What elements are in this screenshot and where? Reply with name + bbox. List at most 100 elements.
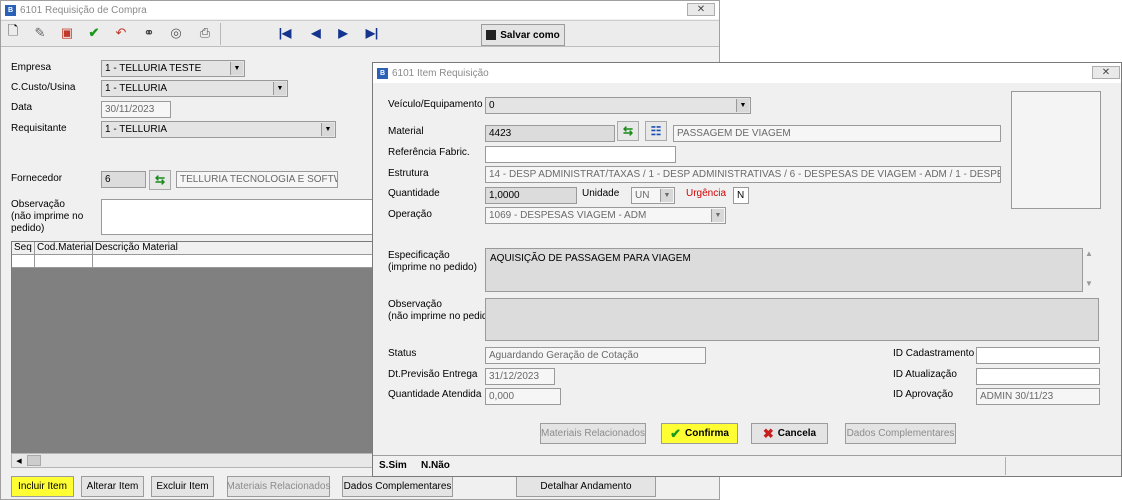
next-record-icon[interactable]: ▶ xyxy=(332,22,354,44)
grid-horizontal-scrollbar[interactable]: ◀ xyxy=(11,453,381,468)
referencia-label: Referência Fabric. xyxy=(388,147,470,158)
material-description-field[interactable]: PASSAGEM DE VIAGEM xyxy=(673,125,1001,142)
cancela-button[interactable]: ✖ Cancela xyxy=(751,423,828,444)
chevron-down-icon[interactable]: ▼ xyxy=(230,62,243,75)
scroll-up-icon[interactable]: ▲ xyxy=(1085,249,1093,258)
veiculo-select[interactable]: 0 ▼ xyxy=(485,97,751,114)
especificacao-label-line2: (imprime no pedido) xyxy=(388,262,477,273)
fornecedor-name-field[interactable]: TELLURIA TECNOLOGIA E SOFTWA xyxy=(176,171,338,188)
estrutura-label: Estrutura xyxy=(388,168,429,179)
ccusto-label: C.Custo/Usina xyxy=(11,82,76,93)
dialog-status-bar: S.Sim N.Não xyxy=(373,455,1121,476)
save-as-label: Salvar como xyxy=(500,29,560,41)
cancel-x-icon: ✖ xyxy=(762,425,774,441)
new-document-icon[interactable]: 🗋 xyxy=(1,22,25,44)
ccusto-value: 1 - TELLURIA xyxy=(105,83,168,94)
items-grid[interactable]: Seq Cod.Material Descrição Material xyxy=(11,241,381,457)
save-as-button[interactable]: Salvar como xyxy=(481,24,565,46)
observacao-label-line3: pedido) xyxy=(11,223,45,234)
first-record-icon[interactable]: |◀ xyxy=(274,22,296,44)
veiculo-label: Veículo/Equipamento xyxy=(388,99,483,110)
main-close-button[interactable]: ✕ xyxy=(687,3,715,16)
grid-col-descricao[interactable]: Descrição Material xyxy=(93,242,380,254)
id-atualizacao-field[interactable] xyxy=(976,368,1100,385)
observacao-dialog-textarea[interactable] xyxy=(485,298,1099,341)
binoculars-search-icon[interactable]: ⚭ xyxy=(137,22,161,44)
scroll-thumb[interactable] xyxy=(27,455,41,466)
picture-box xyxy=(1011,91,1101,209)
qtd-atendida-field[interactable]: 0,000 xyxy=(485,388,561,405)
id-aprovacao-field[interactable]: ADMIN 30/11/23 xyxy=(976,388,1100,405)
especificacao-label-line1: Especificação xyxy=(388,250,450,261)
observacao-dialog-label-line2: (não imprime no pedido) xyxy=(388,311,497,322)
last-record-icon[interactable]: ▶| xyxy=(361,22,383,44)
dialog-close-button[interactable]: ✕ xyxy=(1092,66,1120,79)
dialog-app-icon: B xyxy=(377,67,388,79)
especificacao-textarea[interactable]: AQUISIÇÃO DE PASSAGEM PARA VIAGEM xyxy=(485,248,1083,292)
toolbar-separator xyxy=(220,23,221,45)
chevron-down-icon[interactable]: ▼ xyxy=(711,209,724,222)
data-field[interactable]: 30/11/2023 xyxy=(101,101,171,118)
dialog-materiais-relacionados-button[interactable]: Materiais Relacionados xyxy=(540,423,646,444)
id-aprovacao-label: ID Aprovação xyxy=(893,389,954,400)
alterar-item-button[interactable]: Alterar Item xyxy=(81,476,144,497)
print-preview-icon[interactable]: ▣ xyxy=(55,22,79,44)
dados-complementares-button[interactable]: Dados Complementares xyxy=(342,476,453,497)
fornecedor-lookup-icon[interactable]: ⇆ xyxy=(149,170,171,190)
quantidade-field[interactable]: 1,0000 xyxy=(485,187,577,204)
observacao-textarea[interactable] xyxy=(101,199,381,235)
attach-icon[interactable]: ◎ xyxy=(164,22,188,44)
requisitante-select[interactable]: 1 - TELLURIA ▼ xyxy=(101,121,336,138)
unidade-select[interactable]: UN ▼ xyxy=(631,187,675,204)
detalhar-andamento-button[interactable]: Detalhar Andamento xyxy=(516,476,656,497)
requisitante-label: Requisitante xyxy=(11,123,67,134)
status-field[interactable]: Aguardando Geração de Cotação xyxy=(485,347,706,364)
fornecedor-code-field[interactable]: 6 xyxy=(101,171,146,188)
observacao-label-line2: (não imprime no xyxy=(11,211,84,222)
dt-previsao-field[interactable]: 31/12/2023 xyxy=(485,368,555,385)
urgencia-field[interactable]: N xyxy=(733,187,749,204)
incluir-item-button[interactable]: Incluir Item xyxy=(11,476,74,497)
printer-icon[interactable]: ⎙ xyxy=(193,22,217,44)
id-cadastramento-label: ID Cadastramento xyxy=(893,348,975,359)
grid-empty-row xyxy=(12,255,380,268)
materiais-relacionados-button[interactable]: Materiais Relacionados xyxy=(227,476,330,497)
grid-col-cod-material[interactable]: Cod.Material xyxy=(35,242,94,254)
grid-col-seq[interactable]: Seq xyxy=(12,242,35,254)
undo-icon[interactable]: ↶ xyxy=(109,22,133,44)
chevron-down-icon[interactable]: ▼ xyxy=(321,123,334,136)
unidade-label: Unidade xyxy=(582,188,620,199)
cancela-label: Cancela xyxy=(777,428,817,439)
referencia-field[interactable] xyxy=(485,146,676,163)
main-titlebar: B 6101 Requisição de Compra xyxy=(1,1,719,19)
grid-header: Seq Cod.Material Descrição Material xyxy=(12,242,380,255)
material-lookup-icon[interactable]: ⇆ xyxy=(617,121,639,141)
id-cadastramento-field[interactable] xyxy=(976,347,1100,364)
empresa-value: 1 - TELLURIA TESTE xyxy=(105,63,202,74)
empresa-label: Empresa xyxy=(11,62,52,73)
confirma-button[interactable]: ✔ Confirma xyxy=(661,423,738,444)
material-code-field[interactable]: 4423 xyxy=(485,125,615,142)
scroll-left-icon[interactable]: ◀ xyxy=(13,455,25,466)
observacao-dialog-label: Observação (não imprime no pedido) xyxy=(388,299,496,323)
scroll-down-icon[interactable]: ▼ xyxy=(1085,279,1093,288)
operacao-select[interactable]: 1069 - DESPESAS VIAGEM - ADM ▼ xyxy=(485,207,726,224)
chevron-down-icon[interactable]: ▼ xyxy=(736,99,749,112)
chevron-down-icon[interactable]: ▼ xyxy=(273,82,286,95)
operacao-value: 1069 - DESPESAS VIAGEM - ADM xyxy=(489,210,647,221)
main-window-title: 6101 Requisição de Compra xyxy=(20,4,147,16)
veiculo-value: 0 xyxy=(489,100,495,111)
excluir-item-button[interactable]: Excluir Item xyxy=(151,476,214,497)
estrutura-field[interactable]: 14 - DESP ADMINISTRAT/TAXAS / 1 - DESP A… xyxy=(485,166,1001,183)
dialog-dados-complementares-button[interactable]: Dados Complementares xyxy=(845,423,956,444)
material-tree-icon[interactable]: ☷ xyxy=(645,121,667,141)
item-dialog: B 6101 Item Requisição ✕ Veículo/Equipam… xyxy=(372,62,1122,477)
app-icon: B xyxy=(5,4,16,16)
edit-icon[interactable]: ✎ xyxy=(28,22,52,44)
empresa-select[interactable]: 1 - TELLURIA TESTE ▼ xyxy=(101,60,245,77)
chevron-down-icon[interactable]: ▼ xyxy=(660,189,673,202)
previous-record-icon[interactable]: ◀ xyxy=(305,22,327,44)
status-bar-panel xyxy=(1005,457,1006,475)
confirm-check-icon[interactable]: ✔ xyxy=(82,22,106,44)
ccusto-select[interactable]: 1 - TELLURIA ▼ xyxy=(101,80,288,97)
